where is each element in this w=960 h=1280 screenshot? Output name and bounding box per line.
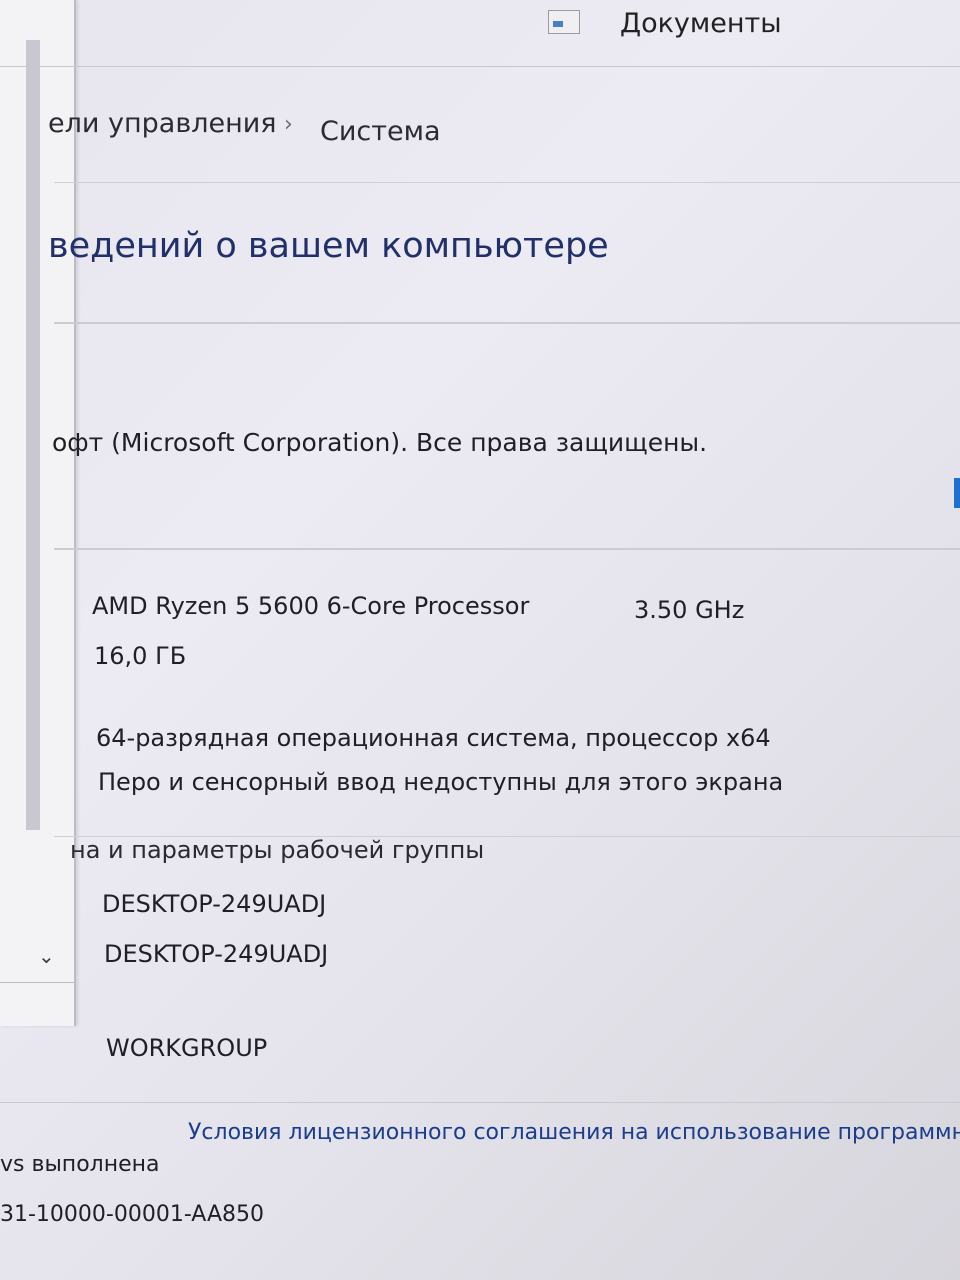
section-divider-system (54, 548, 960, 550)
processor-clock-value: 3.50 GHz (634, 596, 745, 624)
section-divider-activation (0, 1102, 960, 1103)
copyright-text: офт (Microsoft Corporation). Все права з… (52, 428, 708, 457)
toolbar-divider (0, 66, 960, 67)
breadcrumb-control-panel[interactable]: ели управления (48, 108, 277, 139)
pen-touch-value: Перо и сенсорный ввод недоступны для это… (98, 768, 784, 796)
section-divider-edition (54, 322, 960, 324)
ram-value: 16,0 ГБ (94, 642, 187, 670)
processor-value: AMD Ryzen 5 5600 6-Core Processor (92, 592, 530, 620)
breadcrumb-separator-icon[interactable]: › (284, 112, 293, 137)
activation-status: vs выполнена (0, 1152, 160, 1177)
license-terms-link[interactable]: Условия лицензионного соглашения на испо… (188, 1120, 960, 1145)
pane-divider (0, 982, 74, 983)
full-computer-name-value: DESKTOP-249UADJ (104, 940, 329, 968)
system-type-value: 64-разрядная операционная система, проце… (96, 724, 771, 752)
accent-strip (954, 478, 960, 508)
workgroup-value: WORKGROUP (106, 1034, 268, 1062)
folder-icon (548, 10, 580, 34)
navigation-pane: ⌄ (0, 0, 76, 1026)
computer-name-section-heading: на и параметры рабочей группы (70, 836, 485, 864)
documents-link[interactable]: Документы (620, 8, 782, 39)
address-bar-divider (54, 182, 960, 183)
chevron-down-icon[interactable]: ⌄ (38, 944, 55, 968)
breadcrumb-system[interactable]: Система (320, 116, 441, 147)
navigation-scrollbar[interactable] (26, 40, 40, 830)
page-title: ведений о вашем компьютере (48, 226, 609, 266)
product-id-value: 31-10000-00001-AA850 (0, 1202, 264, 1227)
computer-name-value: DESKTOP-249UADJ (102, 890, 327, 918)
